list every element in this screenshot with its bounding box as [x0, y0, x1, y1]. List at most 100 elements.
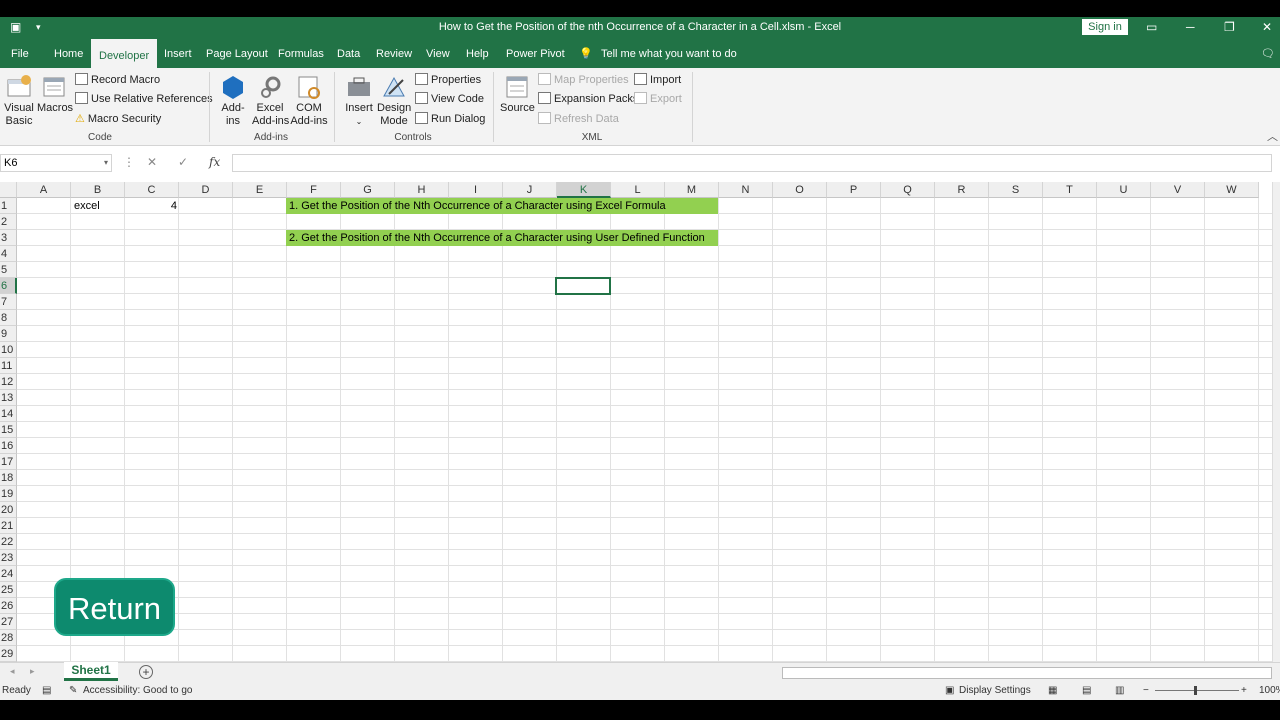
restore-icon[interactable]: ❐ — [1224, 20, 1235, 34]
row-header-17[interactable]: 17 — [0, 454, 17, 470]
addins-button[interactable]: Add- ins — [218, 74, 248, 128]
column-header-j[interactable]: J — [503, 182, 557, 198]
row-header-5[interactable]: 5 — [0, 262, 17, 278]
tab-developer[interactable]: Developer — [91, 39, 158, 68]
zoom-out-icon[interactable]: − — [1143, 685, 1149, 696]
row-header-23[interactable]: 23 — [0, 550, 17, 566]
column-header-k[interactable]: K — [557, 182, 611, 198]
com-addins-button[interactable]: COM Add-ins — [290, 74, 328, 128]
row-header-15[interactable]: 15 — [0, 422, 17, 438]
row-header-3[interactable]: 3 — [0, 230, 17, 246]
row-header-14[interactable]: 14 — [0, 406, 17, 422]
zoom-level[interactable]: 100% — [1259, 685, 1280, 696]
import-button[interactable]: Import — [634, 72, 681, 88]
export-button[interactable]: Export — [634, 91, 682, 107]
return-button[interactable]: Return — [54, 578, 175, 636]
row-header-18[interactable]: 18 — [0, 470, 17, 486]
tab-formulas[interactable]: Formulas — [278, 39, 324, 68]
collapse-ribbon-icon[interactable]: ︿ — [1267, 128, 1278, 144]
worksheet-grid[interactable]: ABCDEFGHIJKLMNOPQRSTUVW 1 2 3 4 5 6 7 8 9 10 11 12 1… — [0, 182, 1280, 662]
tab-page-layout[interactable]: Page Layout — [206, 39, 268, 68]
tell-me-search[interactable]: Tell me what you want to do — [601, 39, 737, 68]
refresh-data-button[interactable]: Refresh Data — [538, 111, 619, 127]
comments-icon[interactable]: 🗨 — [1261, 39, 1275, 68]
column-header-i[interactable]: I — [449, 182, 503, 198]
cell-f1[interactable]: 1. Get the Position of the Nth Occurrenc… — [286, 198, 718, 214]
row-header-8[interactable]: 8 — [0, 310, 17, 326]
column-header-l[interactable]: L — [611, 182, 665, 198]
row-header-20[interactable]: 20 — [0, 502, 17, 518]
minimize-icon[interactable]: ─ — [1186, 20, 1195, 34]
next-sheet-icon[interactable]: ▸ — [30, 666, 35, 677]
column-header-o[interactable]: O — [773, 182, 827, 198]
active-cell-k6[interactable] — [555, 277, 611, 295]
page-layout-view-icon[interactable]: ▤ — [1082, 685, 1091, 696]
row-header-9[interactable]: 9 — [0, 326, 17, 342]
column-header-v[interactable]: V — [1151, 182, 1205, 198]
accessibility-status[interactable]: Accessibility: Good to go — [83, 685, 193, 696]
map-properties-button[interactable]: Map Properties — [538, 72, 629, 88]
macro-record-icon[interactable]: ▤ — [42, 685, 51, 696]
cell-f3[interactable]: 2. Get the Position of the Nth Occurrenc… — [286, 230, 718, 246]
zoom-slider[interactable] — [1155, 690, 1239, 691]
zoom-slider-thumb[interactable] — [1194, 686, 1197, 695]
name-box[interactable]: K6 ▾ — [0, 154, 112, 172]
record-macro-button[interactable]: Record Macro — [75, 72, 160, 88]
normal-view-icon[interactable]: ▦ — [1048, 685, 1057, 696]
formula-input[interactable] — [232, 154, 1272, 172]
column-header-c[interactable]: C — [125, 182, 179, 198]
column-header-e[interactable]: E — [233, 182, 287, 198]
insert-control-button[interactable]: Insert ⌄ — [344, 74, 374, 128]
column-header-t[interactable]: T — [1043, 182, 1097, 198]
column-header-r[interactable]: R — [935, 182, 989, 198]
design-mode-button[interactable]: Design Mode — [377, 74, 411, 128]
column-header-p[interactable]: P — [827, 182, 881, 198]
cell-b1[interactable]: excel — [74, 198, 100, 214]
macro-security-button[interactable]: ⚠ Macro Security — [75, 111, 161, 127]
row-header-13[interactable]: 13 — [0, 390, 17, 406]
tab-review[interactable]: Review — [376, 39, 412, 68]
row-header-19[interactable]: 19 — [0, 486, 17, 502]
row-header-12[interactable]: 12 — [0, 374, 17, 390]
display-settings-button[interactable]: Display Settings — [959, 685, 1031, 696]
column-header-f[interactable]: F — [287, 182, 341, 198]
column-header-w[interactable]: W — [1205, 182, 1259, 198]
row-header-2[interactable]: 2 — [0, 214, 17, 230]
column-header-m[interactable]: M — [665, 182, 719, 198]
row-header-1[interactable]: 1 — [0, 198, 17, 214]
relative-references-button[interactable]: Use Relative References — [75, 91, 213, 107]
tab-power-pivot[interactable]: Power Pivot — [506, 39, 565, 68]
run-dialog-button[interactable]: Run Dialog — [415, 111, 485, 127]
chevron-down-icon[interactable]: ▾ — [104, 155, 108, 171]
tab-view[interactable]: View — [426, 39, 450, 68]
enter-icon[interactable]: ✓ — [178, 155, 188, 169]
add-sheet-icon[interactable]: + — [139, 665, 153, 679]
row-header-11[interactable]: 11 — [0, 358, 17, 374]
column-header-u[interactable]: U — [1097, 182, 1151, 198]
row-header-7[interactable]: 7 — [0, 294, 17, 310]
insert-function-button[interactable]: fx — [209, 155, 220, 169]
row-header-26[interactable]: 26 — [0, 598, 17, 614]
row-header-22[interactable]: 22 — [0, 534, 17, 550]
page-break-view-icon[interactable]: ▥ — [1115, 685, 1124, 696]
row-header-28[interactable]: 28 — [0, 630, 17, 646]
cancel-icon[interactable]: ✕ — [147, 155, 157, 169]
row-header-29[interactable]: 29 — [0, 646, 17, 662]
visual-basic-button[interactable]: Visual Basic — [4, 74, 34, 128]
select-all-corner[interactable] — [0, 182, 17, 198]
row-header-16[interactable]: 16 — [0, 438, 17, 454]
source-button[interactable]: Source — [500, 74, 535, 115]
column-header-q[interactable]: Q — [881, 182, 935, 198]
column-header-b[interactable]: B — [71, 182, 125, 198]
row-header-6[interactable]: 6 — [0, 278, 17, 294]
sheet-tab-sheet1[interactable]: Sheet1 — [64, 662, 118, 681]
row-header-27[interactable]: 27 — [0, 614, 17, 630]
horizontal-scrollbar[interactable] — [782, 667, 1272, 679]
row-header-24[interactable]: 24 — [0, 566, 17, 582]
tab-home[interactable]: Home — [54, 39, 83, 68]
ribbon-display-icon[interactable]: ▭ — [1146, 20, 1157, 34]
zoom-in-icon[interactable]: + — [1241, 685, 1247, 696]
row-header-10[interactable]: 10 — [0, 342, 17, 358]
excel-addins-button[interactable]: Excel Add-ins — [252, 74, 289, 128]
column-header-s[interactable]: S — [989, 182, 1043, 198]
